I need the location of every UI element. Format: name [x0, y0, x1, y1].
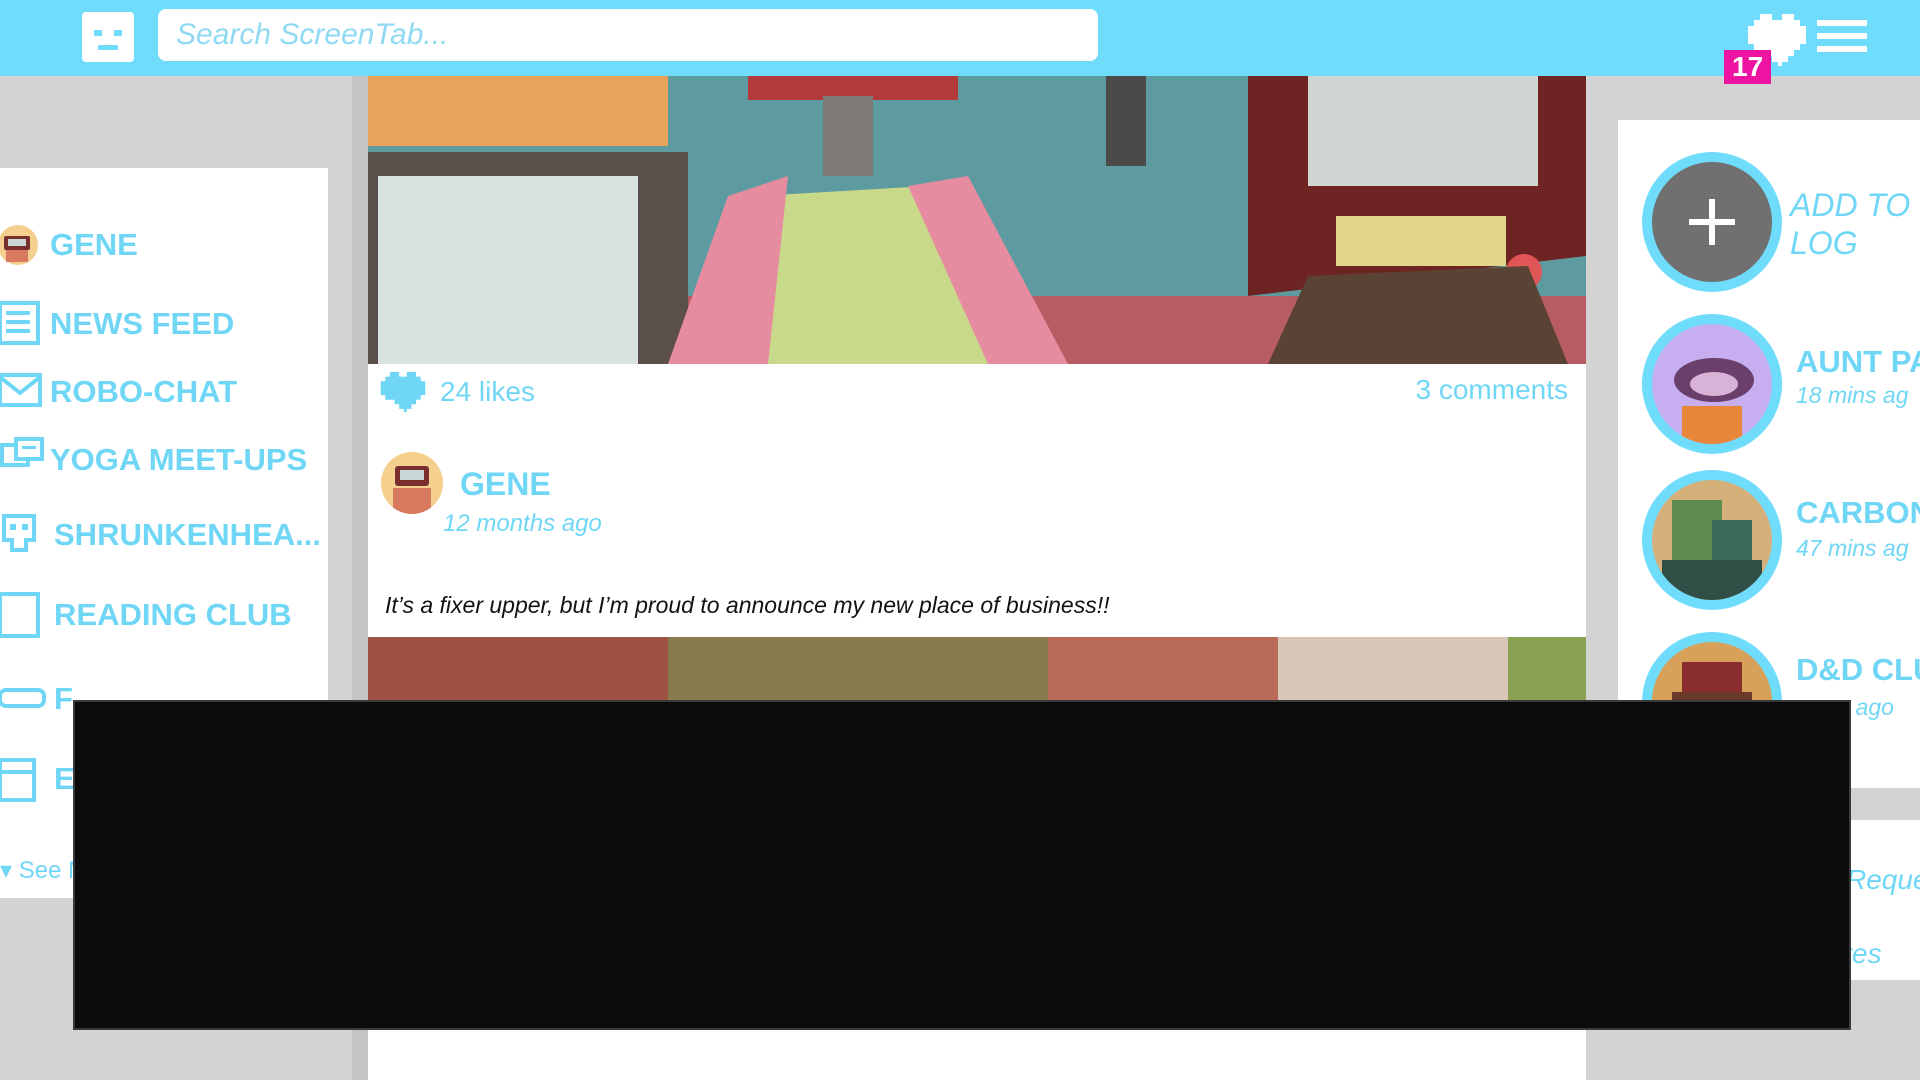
gene-avatar-icon: [381, 452, 443, 514]
sidebar-item-gene[interactable]: GENE: [0, 222, 138, 268]
gene-avatar-icon: [0, 225, 38, 265]
logo-mouth: [98, 45, 118, 50]
post-timestamp: 12 months ago: [443, 510, 602, 537]
sidebar-item-label: READING CLUB: [54, 597, 292, 632]
post-image[interactable]: [368, 637, 1586, 707]
story-name[interactable]: CARBON: [1796, 495, 1920, 531]
story-name[interactable]: AUNT PA: [1796, 344, 1920, 380]
avatar[interactable]: [381, 452, 443, 514]
post-text: It’s a fixer upper, but I’m proud to ann…: [385, 592, 1110, 618]
story-time: 18 mins ag: [1796, 382, 1909, 408]
sidebar-item-label: ROBO-CHAT: [50, 374, 238, 409]
post-stats: 24 likes 3 comments: [378, 366, 1568, 412]
sidebar-item-reading-club[interactable]: READING CLUB: [0, 592, 292, 638]
sidebar-item-f[interactable]: F: [0, 676, 73, 722]
sidebar-item-label: YOGA MEET-UPS: [50, 442, 308, 477]
sidebar-item-label: F: [54, 681, 73, 716]
sidebar-item-label: NEWS FEED: [50, 306, 235, 341]
logo-eye: [114, 30, 122, 36]
envelope-icon: [0, 373, 42, 407]
story-aunt-pa[interactable]: [1642, 314, 1782, 454]
screentab-logo-icon[interactable]: [82, 12, 134, 62]
story-avatar: [1652, 480, 1772, 600]
add-to-log-button[interactable]: [1642, 152, 1782, 292]
logo-eye: [94, 30, 102, 36]
bone-icon: [0, 688, 46, 708]
chat-bubbles-icon: [0, 437, 44, 467]
notification-badge[interactable]: 17: [1724, 50, 1772, 84]
story-avatar: [1652, 324, 1772, 444]
hamburger-menu-icon[interactable]: [1817, 20, 1867, 56]
sidebar-item-robo-chat[interactable]: ROBO-CHAT: [0, 369, 237, 415]
story-time: 47 mins ag: [1796, 535, 1909, 561]
calendar-icon: [0, 758, 36, 802]
story-carbon[interactable]: [1642, 470, 1782, 610]
like-heart-icon[interactable]: [378, 372, 428, 412]
newspaper-icon: [0, 301, 40, 345]
post-image[interactable]: [368, 76, 1586, 364]
post-author[interactable]: GENE: [460, 466, 551, 503]
book-icon: [0, 592, 40, 638]
redaction-overlay: [73, 700, 1851, 1030]
sidebar-item-label: E: [54, 761, 75, 796]
sidebar-item-label: GENE: [50, 227, 138, 262]
sidebar-item-label: SHRUNKENHEA...: [54, 517, 321, 552]
sidebar-item-shrunkenhea[interactable]: SHRUNKENHEA...: [0, 512, 321, 558]
plus-icon: [1652, 162, 1772, 282]
story-name[interactable]: D&D CLU: [1796, 652, 1920, 688]
sidebar-item-yoga-meet-ups[interactable]: YOGA MEET-UPS: [0, 437, 307, 483]
sidebar-item-news-feed[interactable]: NEWS FEED: [0, 301, 234, 347]
requests-link[interactable]: Reque: [1846, 864, 1920, 896]
comment-count[interactable]: 3 comments: [1416, 374, 1569, 406]
post-illustration: [368, 76, 1586, 364]
add-ring: [1642, 152, 1782, 292]
search-input[interactable]: [158, 9, 1098, 61]
like-count[interactable]: 24 likes: [440, 376, 535, 408]
skull-icon: [2, 514, 36, 552]
top-bar: 17: [0, 0, 1920, 84]
sidebar-item-e[interactable]: E: [0, 756, 75, 802]
post-illustration: [368, 637, 1586, 707]
add-to-log-label[interactable]: ADD TO LOG: [1790, 186, 1920, 262]
